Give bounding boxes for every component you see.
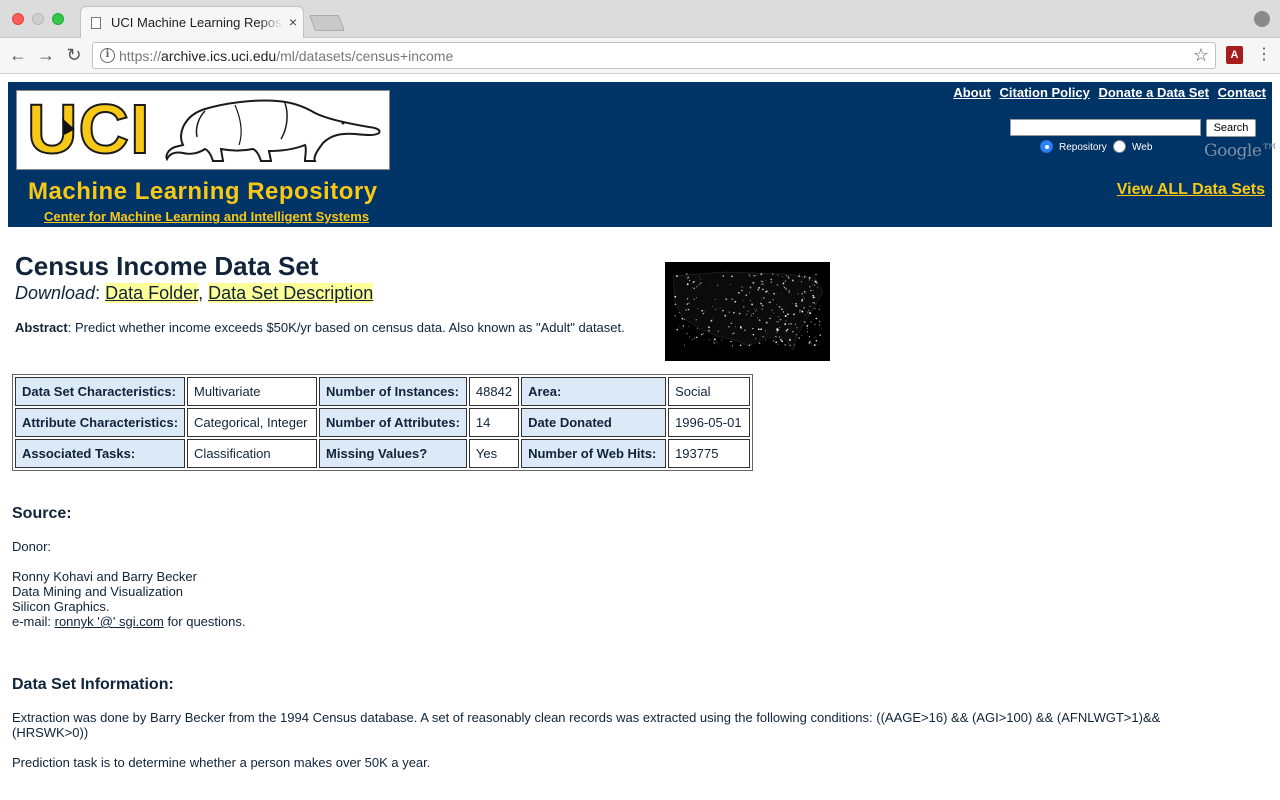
table-key: Data Set Characteristics: xyxy=(15,377,186,406)
info-heading: Data Set Information: xyxy=(12,676,174,693)
page-icon xyxy=(91,17,101,29)
info-paragraph-line: Extraction was done by Barry Becker from… xyxy=(12,710,1161,725)
dataset-characteristics-table: Data Set Characteristics: Multivariate N… xyxy=(12,374,754,471)
donate-dataset-link[interactable]: Donate a Data Set xyxy=(1098,85,1209,100)
window-close-button[interactable] xyxy=(12,13,24,25)
download-line: Download: Data Folder, Data Set Descript… xyxy=(15,283,374,303)
back-arrow-icon[interactable]: ← xyxy=(7,45,29,67)
bookmark-star-icon[interactable]: ☆ xyxy=(1193,45,1209,66)
email-prefix: e-mail: xyxy=(12,614,55,629)
url-text[interactable]: https://archive.ics.uci.edu/ml/datasets/… xyxy=(119,48,453,64)
table-key: Date Donated xyxy=(521,408,667,437)
donor-line: Ronny Kohavi and Barry Becker xyxy=(12,569,197,584)
page-title: Census Income Data Set xyxy=(15,251,319,281)
data-folder-link[interactable]: Data Folder xyxy=(105,283,199,303)
repository-radio[interactable] xyxy=(1040,140,1053,153)
source-heading: Source: xyxy=(12,505,72,522)
dataset-description-link[interactable]: Data Set Description xyxy=(208,283,374,303)
info-icon[interactable]: i xyxy=(100,48,115,63)
repository-title: Machine Learning Repository xyxy=(28,178,378,205)
forward-arrow-icon[interactable]: → xyxy=(35,45,57,67)
top-nav-links: About Citation Policy Donate a Data Set … xyxy=(948,85,1266,100)
about-link[interactable]: About xyxy=(953,85,991,100)
search-button[interactable]: Search xyxy=(1206,119,1256,137)
site-header: UCI Machine Learning Repository Center f… xyxy=(8,82,1272,227)
window-minimize-button[interactable] xyxy=(32,13,44,25)
email-suffix: for questions. xyxy=(163,614,246,629)
tab-title: UCI Machine Learning Repository xyxy=(111,15,283,30)
url-host: archive.ics.uci.edu xyxy=(161,48,277,64)
table-value: Multivariate xyxy=(187,377,318,406)
download-label: Download xyxy=(15,283,96,303)
us-night-lights-map xyxy=(665,262,830,361)
table-key: Attribute Characteristics: xyxy=(15,408,186,437)
tab-close-icon[interactable]: × xyxy=(289,14,297,30)
web-radio-label: Web xyxy=(1132,142,1153,153)
abstract: Abstract: Predict whether income exceeds… xyxy=(15,320,625,335)
download-separator: : xyxy=(95,283,101,303)
table-key: Missing Values? xyxy=(319,439,467,468)
acrobat-extension-icon[interactable]: A xyxy=(1226,46,1243,64)
table-key: Number of Instances: xyxy=(319,377,467,406)
table-key: Number of Attributes: xyxy=(319,408,467,437)
browser-tab-active[interactable]: UCI Machine Learning Repository × xyxy=(80,6,304,38)
table-row: Data Set Characteristics: Multivariate N… xyxy=(15,377,751,406)
table-row: Attribute Characteristics: Categorical, … xyxy=(15,408,751,437)
donor-label: Donor: xyxy=(12,539,52,554)
contact-link[interactable]: Contact xyxy=(1218,85,1266,100)
window-maximize-button[interactable] xyxy=(52,13,64,25)
center-ml-link[interactable]: Center for Machine Learning and Intellig… xyxy=(44,209,369,224)
profile-icon[interactable] xyxy=(1254,11,1270,27)
donor-line: Data Mining and Visualization xyxy=(12,584,184,599)
citation-policy-link[interactable]: Citation Policy xyxy=(1000,85,1090,100)
url-path: /ml/datasets/census+income xyxy=(276,48,454,64)
table-value: Social xyxy=(668,377,751,406)
table-value: 14 xyxy=(468,408,520,437)
abstract-label: Abstract xyxy=(15,320,68,335)
table-key: Number of Web Hits: xyxy=(521,439,667,468)
browser-tabstrip: UCI Machine Learning Repository × xyxy=(0,0,1280,38)
new-tab-button[interactable] xyxy=(309,15,345,31)
browser-menu-icon[interactable]: ⋮ xyxy=(1256,46,1272,64)
logo-text: UCI xyxy=(26,89,151,169)
anteater-logo-icon xyxy=(165,99,381,162)
table-value: Yes xyxy=(468,439,520,468)
email-link[interactable]: ronnyk '@' sgi.com xyxy=(55,614,164,629)
google-logo: Google™ xyxy=(1204,141,1278,161)
table-value: 1996-05-01 xyxy=(668,408,751,437)
table-row: Associated Tasks: Classification Missing… xyxy=(15,439,751,468)
info-paragraph-line: (HRSWK>0)) xyxy=(12,725,89,740)
browser-toolbar: ← → ↻ i https://archive.ics.uci.edu/ml/d… xyxy=(0,38,1280,74)
table-value: 193775 xyxy=(668,439,751,468)
table-value: 48842 xyxy=(468,377,520,406)
url-prefix: https:// xyxy=(119,48,162,64)
donor-line: Silicon Graphics. xyxy=(12,599,110,614)
table-key: Area: xyxy=(521,377,667,406)
search-input[interactable] xyxy=(1010,119,1201,136)
table-key: Associated Tasks: xyxy=(15,439,186,468)
view-all-datasets-link[interactable]: View ALL Data Sets xyxy=(1117,181,1265,199)
address-bar[interactable]: i https://archive.ics.uci.edu/ml/dataset… xyxy=(92,42,1216,69)
info-paragraph: Prediction task is to determine whether … xyxy=(12,755,431,770)
abstract-text: : Predict whether income exceeds $50K/yr… xyxy=(67,320,625,335)
repository-radio-label: Repository xyxy=(1059,142,1107,153)
table-value: Classification xyxy=(187,439,318,468)
web-radio[interactable] xyxy=(1113,140,1126,153)
reload-icon[interactable]: ↻ xyxy=(63,45,85,67)
table-value: Categorical, Integer xyxy=(187,408,318,437)
email-line: e-mail: ronnyk '@' sgi.com for questions… xyxy=(12,614,245,629)
